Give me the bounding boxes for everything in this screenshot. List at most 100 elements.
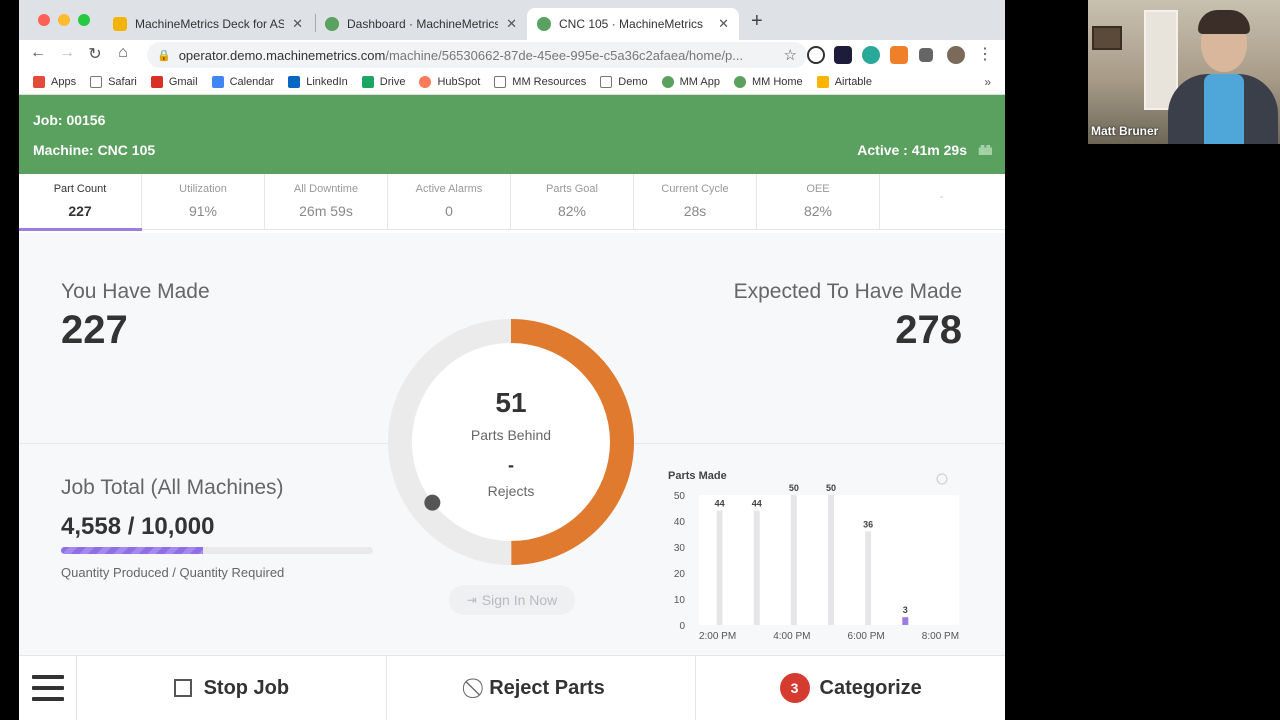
y-tick-label: 10 bbox=[674, 595, 686, 606]
bookmark-folder[interactable]: Demo bbox=[600, 76, 648, 88]
extension-icon[interactable] bbox=[890, 46, 908, 64]
drive-icon bbox=[361, 76, 374, 88]
machinemetrics-icon bbox=[325, 17, 339, 31]
job-total-progress-fill bbox=[61, 547, 204, 554]
extension-icon[interactable] bbox=[862, 46, 880, 64]
maximize-window-button[interactable] bbox=[78, 14, 90, 26]
extension-icon[interactable] bbox=[834, 46, 852, 64]
more-menu-icon[interactable]: ⋮ bbox=[974, 44, 996, 64]
job-total-progress-bar bbox=[61, 547, 373, 554]
bar-value-label: 44 bbox=[715, 499, 725, 509]
tab-bar: MachineMetrics Deck for ASQ ✕ Dashboard … bbox=[19, 0, 1005, 40]
job-total-caption: Quantity Produced / Quantity Required bbox=[61, 565, 285, 580]
bookmark-folder[interactable]: Safari bbox=[90, 76, 137, 88]
chart-bar bbox=[828, 495, 834, 625]
home-icon[interactable]: ⌂ bbox=[112, 44, 134, 62]
bookmark-apps[interactable]: Apps bbox=[33, 76, 76, 88]
stat-empty[interactable]: - bbox=[880, 174, 1003, 229]
minimize-window-button[interactable] bbox=[58, 14, 70, 26]
bar-value-label: 50 bbox=[789, 483, 799, 493]
stat-oee[interactable]: OEE 82% bbox=[757, 174, 880, 229]
stat-parts-goal[interactable]: Parts Goal 82% bbox=[511, 174, 634, 229]
bookmark-hubspot[interactable]: HubSpot bbox=[419, 76, 480, 88]
bar-value-label: 3 bbox=[903, 605, 908, 615]
stat-utilization[interactable]: Utilization 91% bbox=[142, 174, 265, 229]
slides-icon bbox=[113, 17, 127, 31]
browser-window: MachineMetrics Deck for ASQ ✕ Dashboard … bbox=[19, 0, 1005, 720]
chart-bar bbox=[902, 617, 909, 625]
browser-tab[interactable]: Dashboard · MachineMetrics ✕ bbox=[315, 8, 527, 40]
stat-active-alarms[interactable]: Active Alarms 0 bbox=[388, 174, 511, 229]
bookmark-star-icon[interactable]: ☆ bbox=[784, 46, 797, 64]
y-tick-label: 40 bbox=[674, 517, 686, 528]
stat-part-count[interactable]: Part Count 227 bbox=[19, 174, 142, 229]
browser-tab-active[interactable]: CNC 105 · MachineMetrics ✕ bbox=[527, 8, 739, 40]
x-tick-label: 2:00 PM bbox=[699, 631, 736, 642]
job-total-label: Job Total (All Machines) bbox=[61, 476, 284, 499]
job-total-value: 4,558 / 10,000 bbox=[61, 513, 215, 540]
folder-icon bbox=[494, 76, 507, 88]
bookmarks-overflow-icon[interactable]: » bbox=[984, 75, 991, 89]
airtable-icon bbox=[816, 76, 829, 88]
y-tick-label: 20 bbox=[674, 569, 686, 580]
hamburger-icon bbox=[31, 675, 64, 701]
video-feed bbox=[1088, 0, 1280, 144]
machine-name: Machine: CNC 105 bbox=[33, 142, 156, 158]
bar-value-label: 50 bbox=[826, 483, 836, 493]
expected-label: Expected To Have Made bbox=[733, 280, 962, 303]
checkbox-icon bbox=[173, 679, 192, 697]
close-window-button[interactable] bbox=[38, 14, 50, 26]
chart-bar bbox=[716, 510, 723, 625]
made-label: You Have Made bbox=[61, 280, 210, 303]
sign-in-icon: ⇥ bbox=[466, 593, 477, 607]
y-tick-label: 0 bbox=[679, 621, 685, 632]
job-id: Job: 00156 bbox=[33, 112, 106, 128]
stop-job-button[interactable]: Stop Job bbox=[77, 656, 387, 720]
close-tab-icon[interactable]: ✕ bbox=[718, 16, 729, 32]
machinemetrics-icon bbox=[537, 17, 551, 31]
menu-button[interactable] bbox=[19, 656, 77, 720]
bookmark-linkedin[interactable]: LinkedIn bbox=[288, 76, 348, 88]
puzzle-icon[interactable] bbox=[919, 48, 933, 62]
bar-value-label: 36 bbox=[863, 519, 873, 529]
expected-value: 278 bbox=[895, 308, 962, 352]
bookmark-gmail[interactable]: Gmail bbox=[150, 76, 198, 88]
bookmark-calendar[interactable]: Calendar bbox=[211, 76, 274, 88]
parts-behind-value: 51 bbox=[495, 387, 527, 418]
close-tab-icon[interactable]: ✕ bbox=[506, 16, 517, 32]
x-tick-label: 4:00 PM bbox=[773, 631, 810, 642]
forward-icon[interactable]: → bbox=[56, 44, 78, 62]
extension-icon[interactable] bbox=[807, 46, 825, 64]
x-tick-label: 6:00 PM bbox=[848, 631, 885, 642]
main-panel: You Have Made 227 Expected To Have Made … bbox=[19, 233, 1005, 655]
action-bar: Stop Job ⃠ Reject Parts 3 Categorize bbox=[19, 655, 1005, 720]
browser-tab[interactable]: MachineMetrics Deck for ASQ ✕ bbox=[103, 8, 313, 40]
categorize-button[interactable]: 3 Categorize bbox=[696, 656, 1005, 720]
stat-all-downtime[interactable]: All Downtime 26m 59s bbox=[265, 174, 388, 229]
bookmark-drive[interactable]: Drive bbox=[361, 76, 405, 88]
stat-current-cycle[interactable]: Current Cycle 28s bbox=[634, 174, 757, 229]
address-bar[interactable]: 🔒 operator.demo.machinemetrics.com/machi… bbox=[147, 42, 807, 68]
bookmarks-bar: Apps Safari Gmail Calendar LinkedIn Driv… bbox=[19, 70, 1005, 95]
bar-value-label: 44 bbox=[752, 499, 762, 509]
parts-made-chart: Parts Made 0 10 20 30 40 50 2:00 PM 4:00 PM 6:00 … bbox=[668, 470, 959, 642]
info-icon bbox=[936, 473, 948, 485]
profile-avatar[interactable] bbox=[947, 46, 965, 64]
stats-bar: Part Count 227 Utilization 91% All Downtim… bbox=[19, 174, 1005, 231]
reload-icon[interactable]: ↻ bbox=[84, 44, 106, 64]
sign-in-button[interactable]: ⇥ Sign In Now bbox=[449, 585, 575, 615]
chart-title: Parts Made bbox=[668, 470, 727, 482]
bookmark-mm-app[interactable]: MM App bbox=[661, 76, 720, 88]
categorize-count-badge: 3 bbox=[779, 673, 810, 703]
browser-toolbar: ← → ↻ ⌂ 🔒 operator.demo.machinemetrics.c… bbox=[19, 40, 1005, 70]
rejects-label: Rejects bbox=[487, 483, 535, 499]
chart-bar bbox=[753, 510, 760, 625]
reject-parts-button[interactable]: ⃠ Reject Parts bbox=[387, 656, 697, 720]
close-tab-icon[interactable]: ✕ bbox=[292, 16, 303, 32]
person-hair bbox=[1198, 10, 1250, 34]
bookmark-mm-home[interactable]: MM Home bbox=[733, 76, 803, 88]
bookmark-folder[interactable]: MM Resources bbox=[494, 76, 586, 88]
back-icon[interactable]: ← bbox=[27, 44, 49, 62]
new-tab-button[interactable]: + bbox=[751, 10, 763, 33]
bookmark-airtable[interactable]: Airtable bbox=[816, 76, 872, 88]
